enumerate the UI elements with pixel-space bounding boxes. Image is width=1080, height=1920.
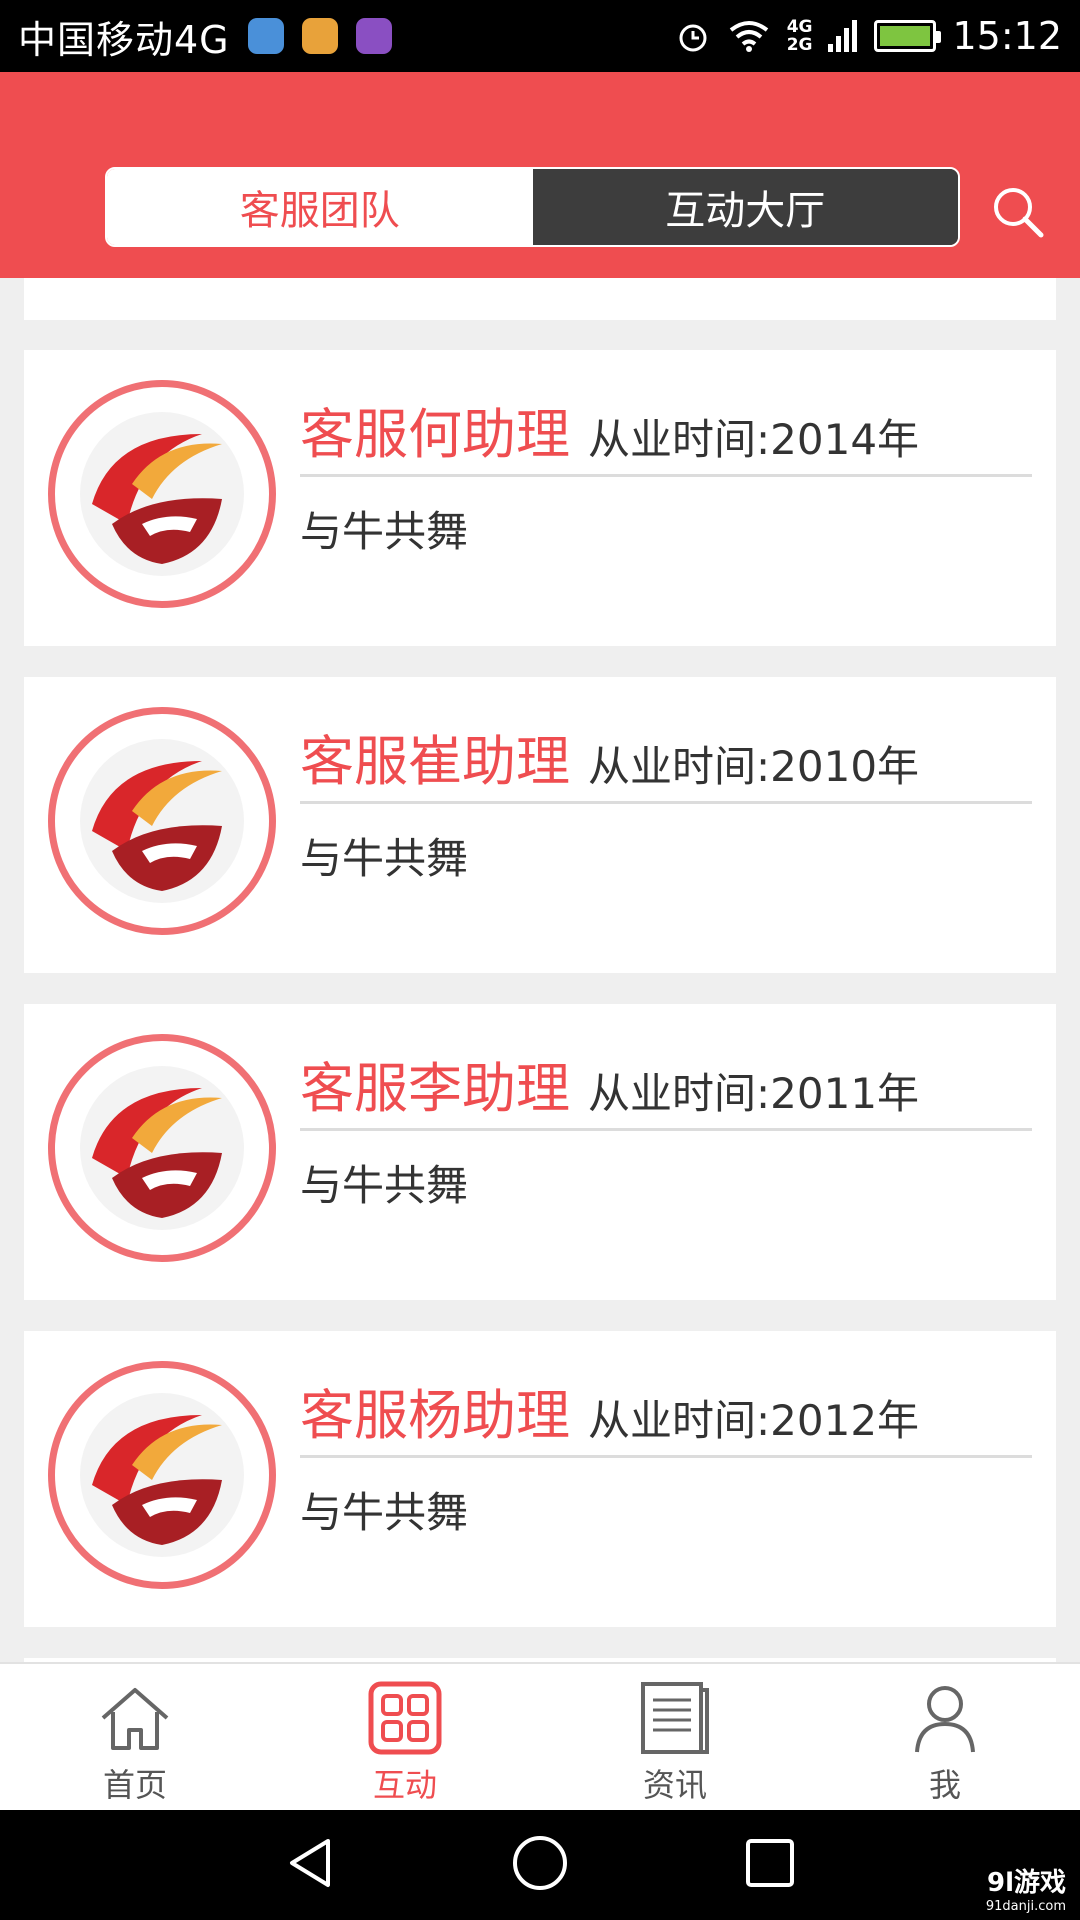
battery-level (880, 26, 931, 46)
avatar (48, 707, 276, 935)
tab-interaction-label: 互动 (372, 1766, 437, 1804)
list-item[interactable]: 客服李助理 从业时间:2011年 与牛共舞 (24, 1004, 1056, 1300)
watermark-sub: 91danji.com (985, 1899, 1066, 1914)
agent-motto: 与牛共舞 (300, 834, 469, 883)
watermark: 9l游戏 91danji.com (986, 1862, 1066, 1914)
agent-name: 客服杨助理 (300, 1384, 570, 1447)
search-icon[interactable] (988, 182, 1048, 242)
signal-icon (828, 20, 858, 52)
system-nav-bar: 9l游戏 91danji.com (0, 1810, 1080, 1920)
network-type: 4G 2G (787, 18, 813, 54)
agent-motto: 与牛共舞 (300, 1488, 469, 1537)
agent-name: 客服崔助理 (300, 730, 570, 793)
back-triangle-icon (290, 1839, 330, 1887)
back-button[interactable] (280, 1833, 340, 1897)
agent-name: 客服何助理 (300, 403, 570, 466)
watermark-main: 9l游戏 (986, 1868, 1066, 1898)
logo-icon (80, 739, 244, 903)
person-icon (915, 1686, 975, 1753)
logo-icon (80, 1066, 244, 1230)
bottom-tab-bar: 首页 互动 资讯 我 (0, 1662, 1080, 1810)
network-type-bottom: 2G (786, 35, 813, 55)
service-list[interactable]: 客服何助理 从业时间:2014年 与牛共舞 客服崔助理 从业时间:2010年 与… (0, 278, 1080, 1662)
agent-experience: 从业时间:2011年 (588, 1069, 920, 1118)
divider (300, 1455, 1032, 1458)
agent-motto: 与牛共舞 (300, 507, 469, 556)
network-type-top: 4G (786, 17, 813, 37)
agent-name: 客服李助理 (300, 1057, 570, 1120)
home-circle-icon (513, 1836, 567, 1890)
list-item[interactable]: 客服杨助理 从业时间:2012年 与牛共舞 (24, 1331, 1056, 1627)
recents-button[interactable] (740, 1833, 800, 1897)
agent-motto: 与牛共舞 (300, 1161, 469, 1210)
gallery-icon (355, 18, 392, 54)
list-item[interactable]: 客服崔助理 从业时间:2010年 与牛共舞 (24, 677, 1056, 973)
divider (300, 801, 1032, 804)
partial-card (24, 278, 1056, 320)
app-header: 客服团队 互动大厅 (0, 72, 1080, 278)
agent-experience: 从业时间:2010年 (588, 742, 920, 791)
tab-news-label: 资讯 (642, 1766, 707, 1804)
notification-app-icon (301, 18, 338, 54)
divider (300, 1128, 1032, 1131)
logo-icon (80, 1393, 244, 1557)
clock: 15:12 (952, 14, 1062, 58)
tab-interaction-hall[interactable]: 互动大厅 (532, 169, 958, 245)
home-icon (101, 1688, 169, 1750)
tab-interaction[interactable]: 互动 (270, 1664, 540, 1810)
notification-app-icon (247, 18, 284, 54)
home-button[interactable] (510, 1833, 570, 1897)
tab-me[interactable]: 我 (810, 1664, 1080, 1810)
recents-square-icon (746, 1839, 794, 1887)
list-item[interactable]: 客服何助理 从业时间:2014年 与牛共舞 (24, 350, 1056, 646)
battery-icon (874, 20, 942, 52)
agent-experience: 从业时间:2012年 (588, 1396, 920, 1445)
avatar (48, 1034, 276, 1262)
tab-service-team[interactable]: 客服团队 (107, 169, 533, 245)
tab-news[interactable]: 资讯 (540, 1664, 810, 1810)
tab-home-label: 首页 (102, 1766, 167, 1804)
avatar (48, 1361, 276, 1589)
segment-control: 客服团队 互动大厅 (105, 167, 960, 247)
agent-experience: 从业时间:2014年 (588, 415, 920, 464)
news-icon (641, 1682, 709, 1754)
tab-me-label: 我 (928, 1766, 961, 1804)
grid-icon (368, 1681, 442, 1755)
carrier-label: 中国移动4G (18, 17, 230, 62)
tab-home[interactable]: 首页 (0, 1664, 270, 1810)
divider (300, 474, 1032, 477)
status-bar: 中国移动4G 4G 2G 15:12 (0, 0, 1080, 72)
wifi-icon (729, 21, 768, 52)
avatar (48, 380, 276, 608)
alarm-icon (679, 24, 707, 52)
logo-icon (80, 412, 244, 576)
status-app-icons (247, 18, 392, 54)
